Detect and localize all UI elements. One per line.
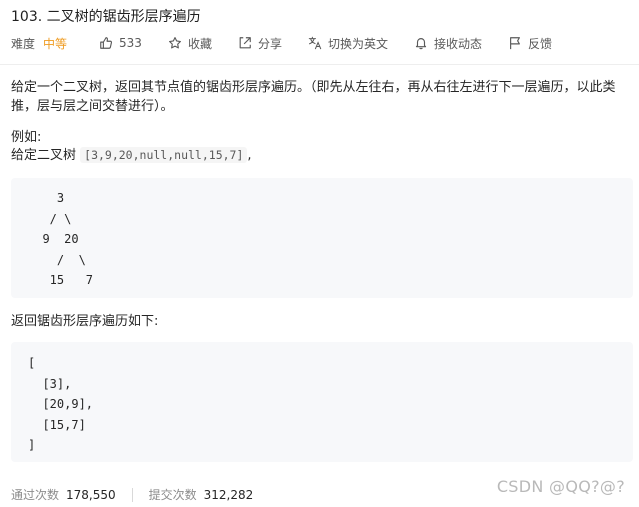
- switch-language-button[interactable]: 切换为英文: [308, 35, 388, 52]
- share-icon: [239, 37, 251, 49]
- problem-meta-bar: 难度 中等 533 收藏 分享 切换为英文 接收动态 反馈: [11, 33, 578, 53]
- flag-icon: [510, 37, 520, 50]
- given-prefix: 给定二叉树: [11, 148, 81, 163]
- share-button[interactable]: 分享: [238, 35, 282, 52]
- csdn-watermark: CSDN @QQ?@?: [496, 477, 625, 496]
- difficulty-badge: 中等: [43, 36, 68, 51]
- submissions-value: 312,282: [203, 487, 254, 502]
- feedback-button[interactable]: 反馈: [508, 35, 552, 52]
- result-code-block: [ [3], [20,9], [15,7] ]: [11, 342, 633, 462]
- return-label: 返回锯齿形层序遍历如下:: [11, 314, 159, 329]
- favorite-label: 收藏: [187, 36, 212, 51]
- subscribe-button[interactable]: 接收动态: [414, 35, 482, 52]
- header-divider: [0, 64, 639, 65]
- stats-separator: [131, 487, 133, 502]
- like-count: 533: [119, 36, 142, 50]
- bell-icon: [415, 38, 427, 50]
- problem-description: 给定一个二叉树，返回其节点值的锯齿形层序遍历。（即先从左往右，再从右往左进行下一…: [11, 80, 616, 114]
- accepted-label: 通过次数: [11, 488, 60, 502]
- tree-diagram-block: 3 / \ 9 20 / \ 15 7: [11, 178, 633, 298]
- thumbs-up-icon: [100, 37, 113, 49]
- share-label: 分享: [257, 36, 282, 51]
- star-icon: [168, 37, 181, 49]
- translate-icon: [308, 36, 322, 50]
- problem-title: 103. 二叉树的锯齿形层序遍历: [11, 9, 201, 25]
- accepted-value: 178,550: [66, 487, 116, 502]
- favorite-button[interactable]: 收藏: [168, 35, 212, 52]
- given-tree-code: [3,9,20,null,null,15,7]: [80, 147, 248, 163]
- difficulty-label: 难度: [11, 36, 36, 51]
- submissions-label: 提交次数: [148, 488, 197, 502]
- given-suffix: ,: [247, 148, 252, 163]
- subscribe-label: 接收动态: [433, 36, 482, 51]
- submission-stats: 通过次数 178,550 提交次数 312,282: [11, 486, 253, 503]
- like-button[interactable]: 533: [99, 36, 142, 50]
- example-label: 例如:: [11, 130, 42, 145]
- switch-language-label: 切换为英文: [327, 36, 388, 51]
- feedback-label: 反馈: [528, 36, 553, 51]
- given-tree-line: 给定二叉树 [3,9,20,null,null,15,7],: [11, 146, 252, 165]
